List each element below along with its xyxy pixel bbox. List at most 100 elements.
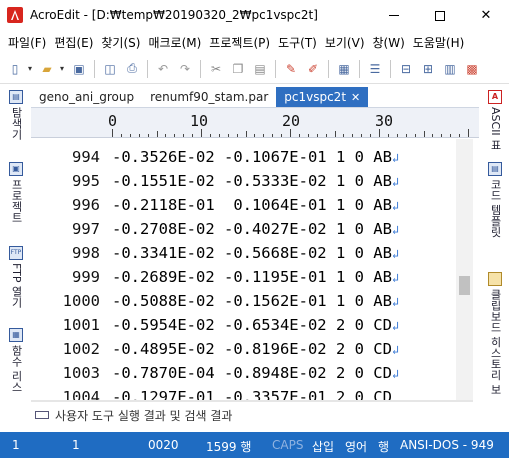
vertical-scrollbar[interactable] [456,139,473,400]
side-tab-explorer[interactable]: ▤ 탐색기 [8,90,24,140]
text-editor[interactable]: 994 -0.3526E-02 -0.1067E-01 1 0 AB↲ 995 -0… [31,139,456,400]
ruler-tick [254,134,256,137]
list-view-icon[interactable]: ☰ [366,60,384,78]
ruler-tick [414,134,416,137]
properties-icon[interactable]: ▦ [335,60,353,78]
acroedit-logo-icon [7,7,23,23]
cut-icon[interactable]: ✂ [207,60,225,78]
ruler-tick [316,134,318,137]
menu-view[interactable]: 보기(V) [321,34,369,51]
eol-marker: ↲ [391,319,400,333]
menu-window[interactable]: 창(W) [369,34,409,51]
new-file-icon[interactable]: ▯ [6,60,24,78]
menu-edit[interactable]: 편집(E) [50,34,97,51]
document-tabs: geno_ani_group renumf90_stam.par pc1vspc… [31,87,479,108]
ruler-tick [218,134,220,137]
clear-marker-icon[interactable]: ✐ [304,60,322,78]
toolbar-separator [390,59,391,78]
eol-marker: ↲ [391,199,400,213]
side-tab-project[interactable]: ▣ 프로젝트 [8,162,24,223]
minimize-button[interactable] [371,0,417,31]
save-icon[interactable]: ▣ [70,60,88,78]
ruler-tick [147,134,149,137]
redo-icon[interactable]: ↷ [176,60,194,78]
left-side-panel: ▤ 탐색기 ▣ 프로젝트 FTP FTP 열기 ▦ 함수 리스 [0,86,31,402]
side-tab-label: 코드 템플릿 [489,179,502,238]
line-number: 995 [72,172,100,190]
menu-project[interactable]: 프로젝트(P) [205,34,274,51]
scrollbar-thumb[interactable] [459,276,470,295]
ruler-label: 20 [282,112,301,130]
status-language: 영어 [345,440,368,454]
side-tab-code-template[interactable]: ▤ 코드 템플릿 [487,162,503,238]
print-preview-icon[interactable]: ◫ [101,60,119,78]
status-insert-mode: 삽입 [312,440,335,454]
toolbar-separator [328,59,329,78]
tab-label: geno_ani_group [39,90,135,104]
side-tab-label: 프로젝트 [10,179,23,223]
paste-icon[interactable]: ▤ [251,60,269,78]
toolbar-separator [275,59,276,78]
line-number: 998 [72,244,100,262]
tab-pc1vspc2t[interactable]: pc1vspc2t ✕ [276,87,369,107]
output-panel-icon [35,411,49,419]
maximize-button[interactable] [417,0,463,31]
side-tab-label: 탐색기 [10,107,23,140]
ruler-tick [432,134,434,137]
new-file-dropdown-icon[interactable]: ▾ [28,64,34,73]
side-tab-label: 함수 리스 [10,345,23,393]
ruler-tick [459,134,461,137]
side-tab-ftp[interactable]: FTP FTP 열기 [8,246,24,308]
open-dropdown-icon[interactable]: ▾ [60,64,66,73]
line-number: 1004 [62,388,100,400]
undo-icon[interactable]: ↶ [154,60,172,78]
line-text: -0.1551E-02 -0.5333E-02 1 0 AB↲ [112,172,400,190]
line-text: -0.1297E-01 -0.3357E-01 2 0 CD [112,388,392,400]
function-list-icon: ▦ [9,328,23,342]
tab-geno-ani-group[interactable]: geno_ani_group [31,87,142,107]
line-text: -0.7870E-04 -0.8948E-02 2 0 CD↲ [112,364,400,382]
menu-macro[interactable]: 매크로(M) [144,34,205,51]
window-split-icon[interactable]: ⊟ [397,60,415,78]
side-tab-clipboard-history[interactable]: 클립보드 히스토리 보 [487,272,503,395]
line-number: 999 [72,268,100,286]
ruler-tick [379,129,380,137]
calendar-icon[interactable]: ▩ [463,60,481,78]
status-caps: CAPS [272,438,304,452]
menu-file[interactable]: 파일(F) [4,34,50,51]
close-button[interactable]: ✕ [463,0,509,31]
ruler-tick [325,134,327,137]
ruler-tick [396,134,398,137]
code-template-icon: ▤ [488,162,502,176]
marker-icon[interactable]: ✎ [282,60,300,78]
ruler-tick [120,134,122,137]
line-text: -0.4895E-02 -0.8196E-02 2 0 CD↲ [112,340,400,358]
ruler-tick [209,134,211,137]
ftp-icon: FTP [9,246,23,260]
status-encoding[interactable]: ANSI-DOS - 949 [400,438,494,452]
ruler-tick [468,129,469,137]
menu-find[interactable]: 찾기(S) [97,34,144,51]
status-column: 1 [12,438,20,452]
tab-renumf90-stam[interactable]: renumf90_stam.par [142,87,276,107]
ruler-tick [156,131,158,137]
open-folder-icon[interactable]: ▰ [38,60,56,78]
menu-tools[interactable]: 도구(T) [274,34,321,51]
window-list-icon[interactable]: ▥ [441,60,459,78]
status-column-2: 1 [72,438,80,452]
window-tile-icon[interactable]: ⊞ [419,60,437,78]
side-tab-function-list[interactable]: ▦ 함수 리스 [8,328,24,393]
menu-help[interactable]: 도움말(H) [409,34,469,51]
eol-marker: ↲ [391,247,400,261]
ruler-tick [112,129,113,137]
output-panel-tab[interactable]: 사용자 도구 실행 결과 및 검색 결과 [31,404,479,426]
copy-icon[interactable]: ❐ [229,60,247,78]
ascii-icon: A [488,90,502,104]
ruler-label: 0 [108,112,118,130]
close-tab-icon[interactable]: ✕ [351,91,360,104]
ruler-tick [236,134,238,137]
print-icon[interactable]: ⎙ [123,60,141,78]
side-tab-ascii[interactable]: A ASCII 표 [487,90,503,150]
line-number: 994 [72,148,100,166]
line-number: 997 [72,220,100,238]
